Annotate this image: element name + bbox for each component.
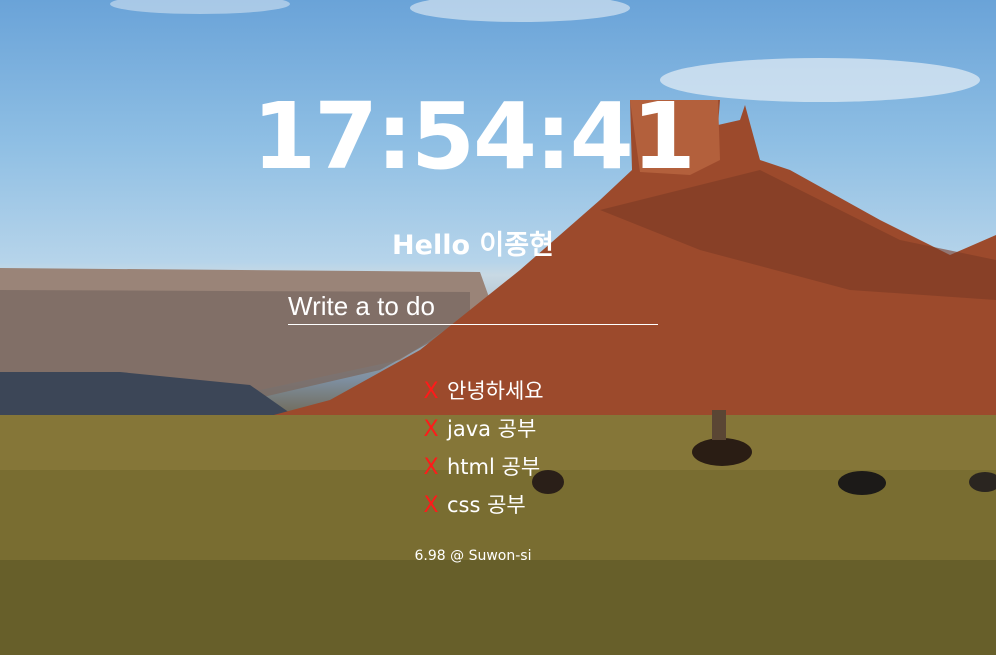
todo-item: Xcss 공부: [421, 486, 544, 524]
todo-item: X 안녕하세요: [421, 372, 544, 411]
delete-todo-button[interactable]: X: [421, 373, 441, 411]
todo-input[interactable]: [288, 290, 658, 322]
todo-form: [288, 290, 658, 325]
weather-info: 6.98 @ Suwon-si: [414, 548, 532, 564]
delete-todo-button[interactable]: X: [421, 411, 441, 449]
greeting: Hello 이종현: [392, 230, 554, 261]
delete-todo-button[interactable]: X: [421, 487, 441, 525]
todo-text: html 공부: [447, 455, 541, 479]
todo-text: css 공부: [447, 493, 526, 517]
delete-todo-button[interactable]: X: [421, 449, 441, 487]
clock: 17:54:41: [252, 83, 696, 190]
todo-text: 안녕하세요: [447, 379, 544, 403]
todo-list: X 안녕하세요 Xjava 공부 Xhtml 공부 Xcss 공부: [421, 372, 544, 524]
app-background: 17:54:41 Hello 이종현 X안녕하세요 Xjava 공부 Xhtml…: [0, 0, 996, 655]
todo-text: java 공부: [447, 417, 537, 441]
todo-item: Xjava 공부: [421, 410, 544, 448]
todo-item: Xhtml 공부: [421, 448, 544, 486]
